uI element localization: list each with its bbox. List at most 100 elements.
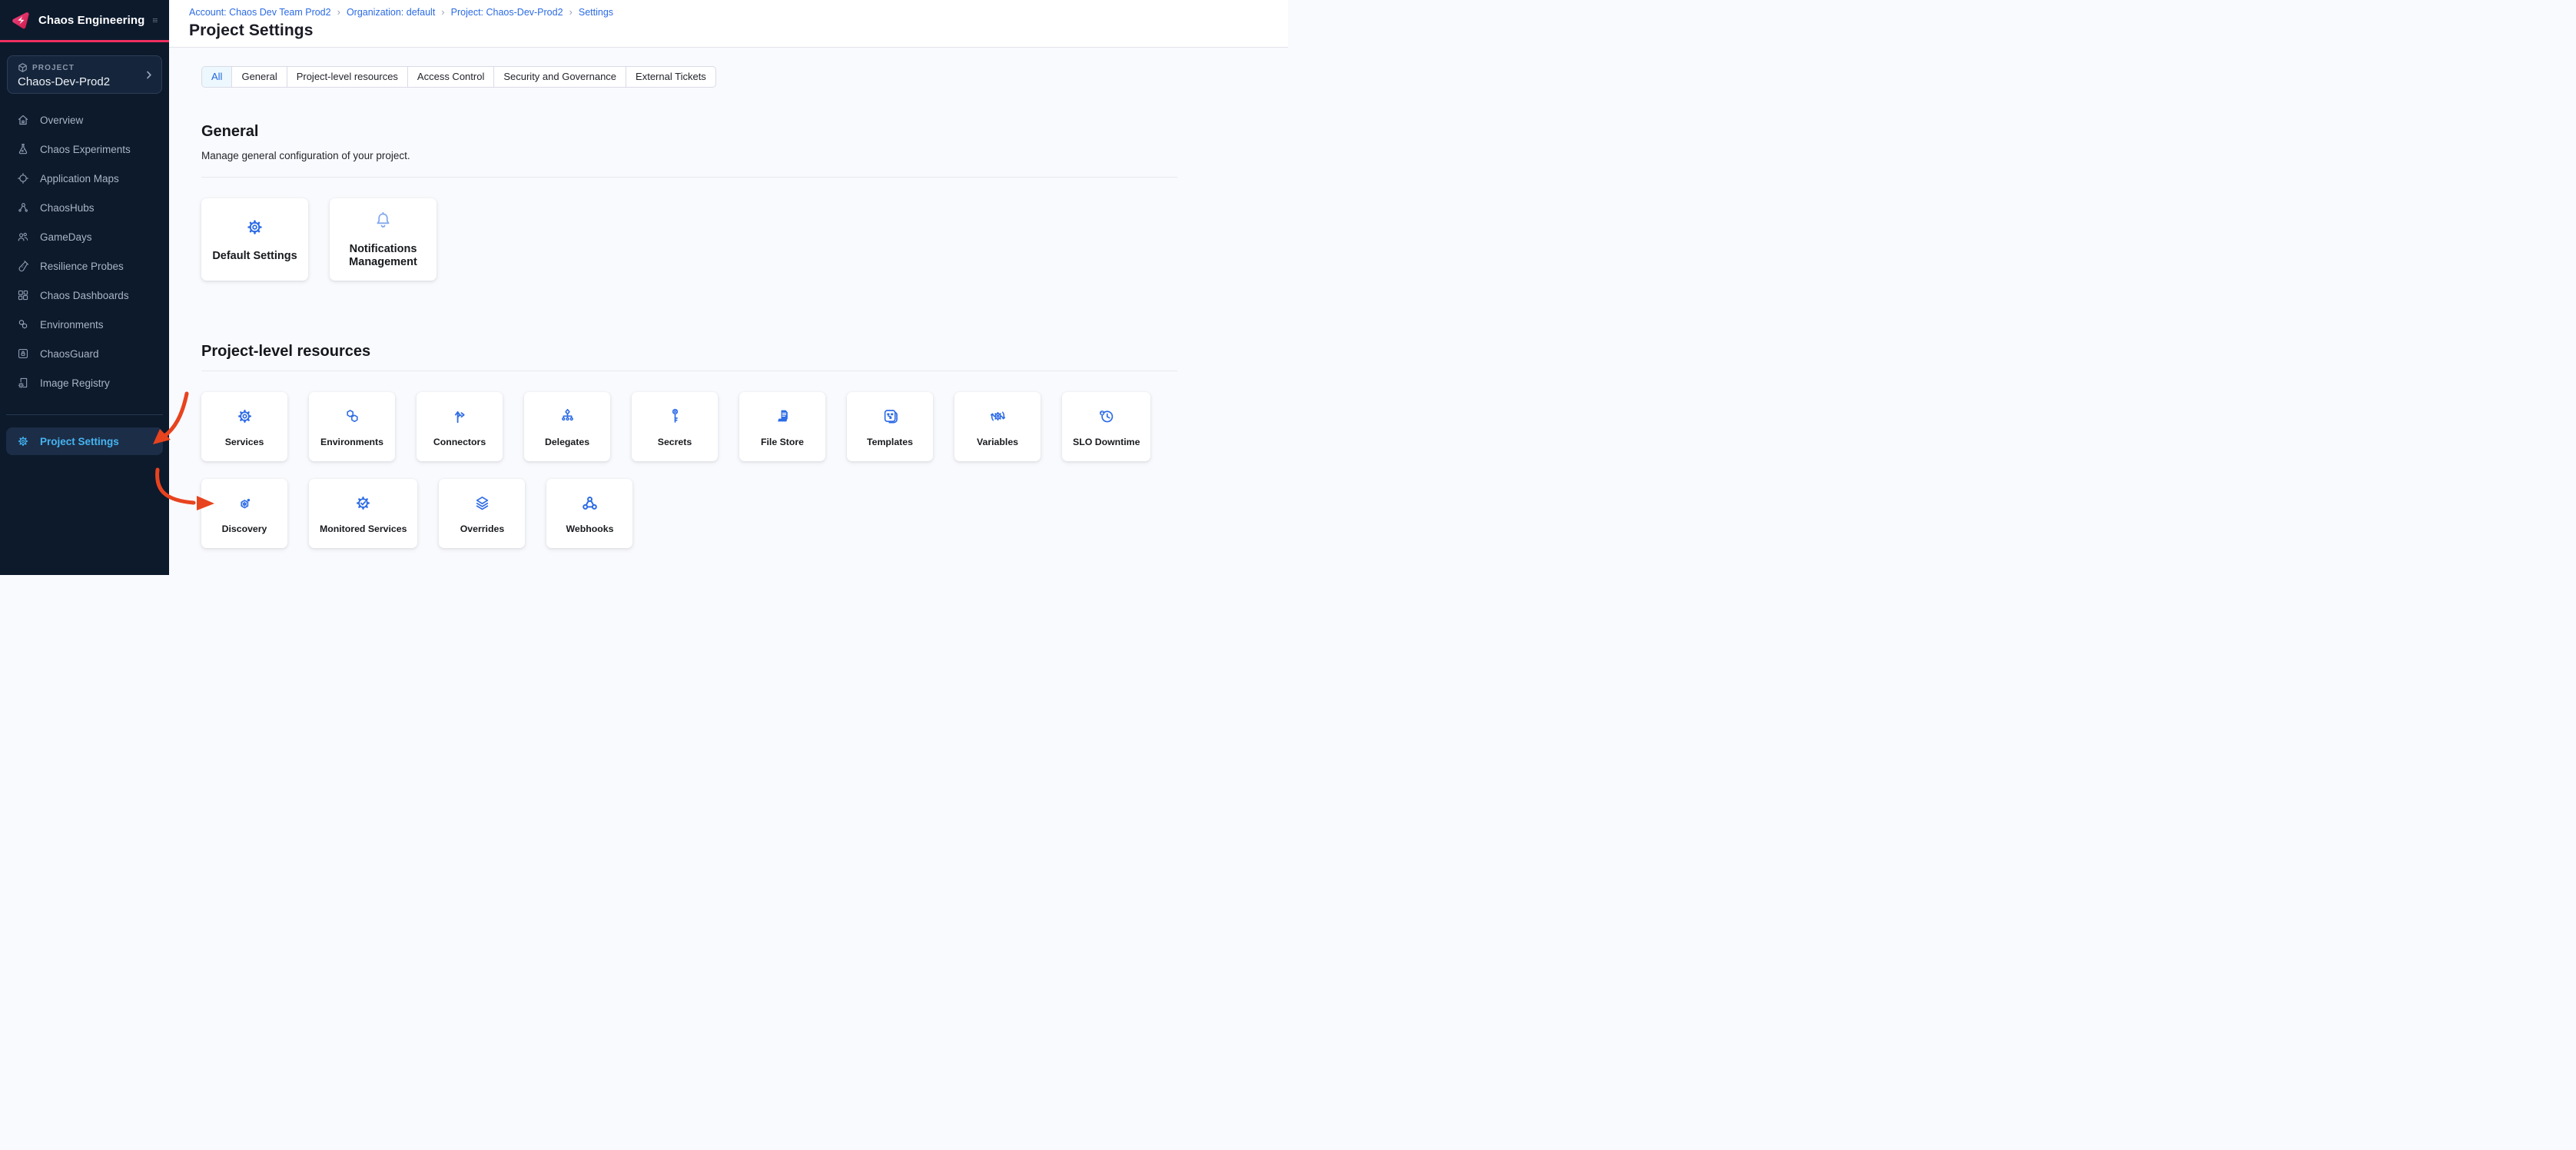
default-settings-card[interactable]: Default Settings [201, 198, 308, 281]
registry-icon [16, 376, 30, 390]
probe-icon [16, 259, 30, 273]
card-label: Connectors [433, 437, 486, 447]
app-window: Chaos Engineering PROJECT Chaos-Dev-Prod… [0, 0, 1288, 575]
notifications-management-card[interactable]: Notifications Management [330, 198, 437, 281]
gear-icon [235, 407, 254, 430]
card-label: Monitored Services [320, 523, 407, 534]
sidebar-item-label: GameDays [40, 231, 92, 243]
sidebar-item-chaoshubs[interactable]: ChaosHubs [0, 193, 169, 222]
sidebar-header: Chaos Engineering [0, 0, 169, 40]
delegates-card[interactable]: Delegates [524, 392, 610, 461]
card-label: Templates [867, 437, 913, 447]
environments-card[interactable]: Environments [309, 392, 395, 461]
flask-icon [16, 142, 30, 156]
gear-check-icon [354, 494, 373, 517]
clock-badge-icon [1097, 407, 1116, 430]
sidebar-item-image-registry[interactable]: Image Registry [0, 368, 169, 397]
card-label: Environments [320, 437, 383, 447]
discovery-card[interactable]: Discovery [201, 479, 287, 548]
module-grid-icon[interactable] [152, 14, 158, 27]
breadcrumb-separator: › [441, 6, 444, 18]
templates-card[interactable]: Templates [847, 392, 933, 461]
card-row: Services Environments Connectors Delegates S… [201, 392, 1193, 548]
variables-card[interactable]: Variables [954, 392, 1041, 461]
filestore-icon [773, 407, 792, 430]
sidebar-item-gamedays[interactable]: GameDays [0, 222, 169, 251]
sidebar-item-label: Chaos Dashboards [40, 290, 129, 301]
webhook-icon [580, 494, 599, 517]
secrets-card[interactable]: Secrets [632, 392, 718, 461]
bell-icon [373, 210, 393, 234]
sidebar-item-label: ChaosGuard [40, 348, 99, 360]
breadcrumb-separator: › [337, 6, 340, 18]
section-resources: Project-level resources Services Environm… [201, 343, 1177, 548]
hierarchy-icon [558, 407, 577, 430]
breadcrumb: Account: Chaos Dev Team Prod2 › Organizati… [189, 6, 1288, 18]
connectors-card[interactable]: Connectors [417, 392, 503, 461]
breadcrumb-link[interactable]: Organization: default [347, 7, 435, 18]
card-label: Variables [977, 437, 1018, 447]
section-description: Manage general configuration of your pro… [201, 150, 1177, 161]
breadcrumb-separator: › [569, 6, 573, 18]
tab-security-and-governance[interactable]: Security and Governance [494, 67, 626, 87]
section-heading: General [201, 123, 1177, 141]
sidebar-item-chaosguard[interactable]: ChaosGuard [0, 339, 169, 368]
section-heading: Project-level resources [201, 343, 1177, 361]
sidebar-item-project-settings[interactable]: Project Settings [6, 427, 163, 455]
templates-icon [881, 407, 900, 430]
card-label: Delegates [545, 437, 589, 447]
sidebar-item-resilience-probes[interactable]: Resilience Probes [0, 251, 169, 281]
card-label: Overrides [460, 523, 504, 534]
page-title: Project Settings [189, 22, 1288, 40]
breadcrumb-link[interactable]: Settings [579, 7, 613, 18]
sidebar-item-chaos-dashboards[interactable]: Chaos Dashboards [0, 281, 169, 310]
chevron-right-icon [143, 69, 154, 81]
page-header: Account: Chaos Dev Team Prod2 › Organizati… [169, 0, 1288, 48]
hexagons-icon [343, 407, 362, 430]
card-label: Services [225, 437, 264, 447]
webhooks-card[interactable]: Webhooks [546, 479, 632, 548]
filter-tabs: AllGeneralProject-level resourcesAccess … [201, 66, 716, 88]
chaos-engineering-logo [10, 10, 31, 31]
sidebar-item-overview[interactable]: Overview [0, 105, 169, 135]
sidebar-item-label: ChaosHubs [40, 202, 95, 214]
tab-general[interactable]: General [232, 67, 287, 87]
services-card[interactable]: Services [201, 392, 287, 461]
sidebar-item-environments[interactable]: Environments [0, 310, 169, 339]
monitored-services-card[interactable]: Monitored Services [309, 479, 417, 548]
section-general: General Manage general configuration of y… [201, 123, 1177, 281]
sidebar-item-application-maps[interactable]: Application Maps [0, 164, 169, 193]
breadcrumb-link[interactable]: Project: Chaos-Dev-Prod2 [451, 7, 563, 18]
dashboard-icon [16, 288, 30, 302]
card-label: Discovery [222, 523, 267, 534]
cube-icon [18, 62, 28, 73]
sidebar-item-label: Image Registry [40, 377, 110, 389]
breadcrumb-link[interactable]: Account: Chaos Dev Team Prod2 [189, 7, 331, 18]
product-title: Chaos Engineering [38, 14, 144, 27]
gear-icon [244, 217, 265, 241]
sidebar: Chaos Engineering PROJECT Chaos-Dev-Prod… [0, 0, 169, 575]
file-store-card[interactable]: File Store [739, 392, 825, 461]
overrides-card[interactable]: Overrides [439, 479, 525, 548]
project-selector[interactable]: PROJECT Chaos-Dev-Prod2 [7, 55, 162, 94]
sidebar-item-label: Resilience Probes [40, 261, 124, 272]
gear-icon [16, 434, 30, 448]
card-label: Webhooks [566, 523, 613, 534]
sidebar-item-label: Environments [40, 319, 104, 331]
slo-downtime-card[interactable]: SLO Downtime [1062, 392, 1150, 461]
target-icon [16, 171, 30, 185]
sidebar-nav: OverviewChaos ExperimentsApplication Map… [0, 105, 169, 397]
layers-icon [473, 494, 492, 517]
sidebar-item-chaos-experiments[interactable]: Chaos Experiments [0, 135, 169, 164]
section-divider [201, 177, 1177, 178]
card-label: Notifications Management [337, 243, 430, 269]
accent-divider [0, 40, 169, 42]
tab-access-control[interactable]: Access Control [408, 67, 494, 87]
card-label: Secrets [658, 437, 692, 447]
tab-project-level-resources[interactable]: Project-level resources [287, 67, 408, 87]
branch-arrows-icon [450, 407, 470, 430]
tab-external-tickets[interactable]: External Tickets [626, 67, 715, 87]
hexagons-icon [16, 317, 30, 331]
tab-all[interactable]: All [202, 67, 232, 87]
project-label: PROJECT [32, 64, 75, 72]
